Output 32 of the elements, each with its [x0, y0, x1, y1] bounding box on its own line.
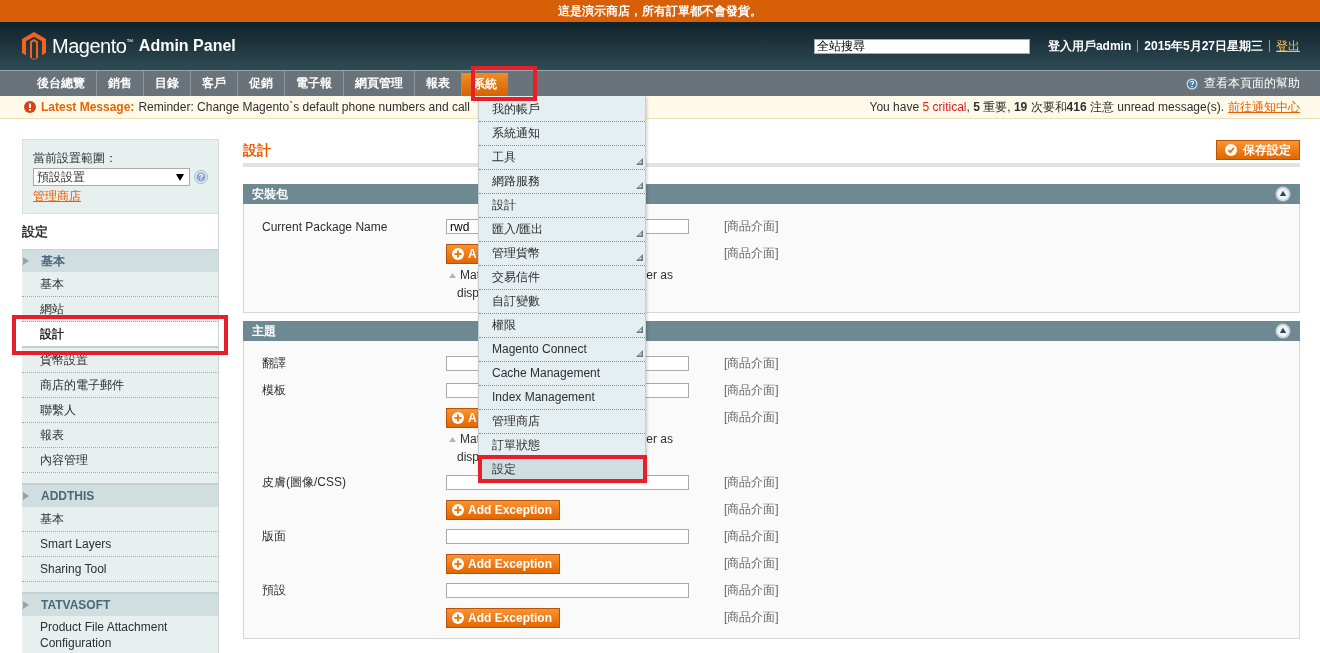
message-text: Reminder: Change Magento`s default phone numbers and call [138, 100, 470, 114]
field-label: Current Package Name [262, 219, 389, 234]
field-label: 皮膚(圖像/CSS) [262, 474, 347, 491]
scope-label: 當前設置範圍： [33, 150, 118, 167]
field-label: 版面 [262, 528, 287, 545]
logo-subtitle: Admin Panel [138, 37, 236, 55]
user-label: 登入用戶admin [1047, 37, 1132, 55]
hint-text: er as [646, 431, 673, 448]
field-label: 翻譯 [262, 355, 287, 372]
message-title: Latest Message: [41, 100, 135, 114]
page-title: 設計 [243, 141, 271, 160]
scope-label: [商品介面] [723, 582, 780, 599]
scope-label: [商品介面] [723, 501, 780, 518]
demo-notice-bar: 這是演示商店，所有訂單都不會發貨。 [0, 0, 1320, 22]
logo-text: Magento$^{™}$ [52, 34, 133, 58]
scope-label: [商品介面] [723, 245, 780, 262]
hint-text: disp [456, 285, 479, 302]
sidebar-title: 設定 [22, 214, 218, 250]
date-label: 2015年5月27日星期三 [1144, 37, 1263, 55]
scope-label: [商品介面] [723, 218, 780, 235]
scope-label: [商品介面] [723, 409, 780, 426]
scope-label: [商品介面] [723, 609, 780, 626]
message-summary: You have 5 critical, 5 重要, 19 次要和416 注意 unread message(s). [869, 98, 1224, 116]
scope-label: [商品介面] [723, 528, 780, 545]
field-label: 預設 [262, 582, 287, 599]
scope-label: [商品介面] [723, 555, 780, 572]
field-label: 模板 [262, 382, 287, 399]
hint-text: er as [646, 267, 673, 284]
scope-label: [商品介面] [723, 474, 780, 491]
scope-label: [商品介面] [723, 355, 780, 372]
scope-label: [商品介面] [723, 382, 780, 399]
hint-text: disp [456, 449, 479, 466]
